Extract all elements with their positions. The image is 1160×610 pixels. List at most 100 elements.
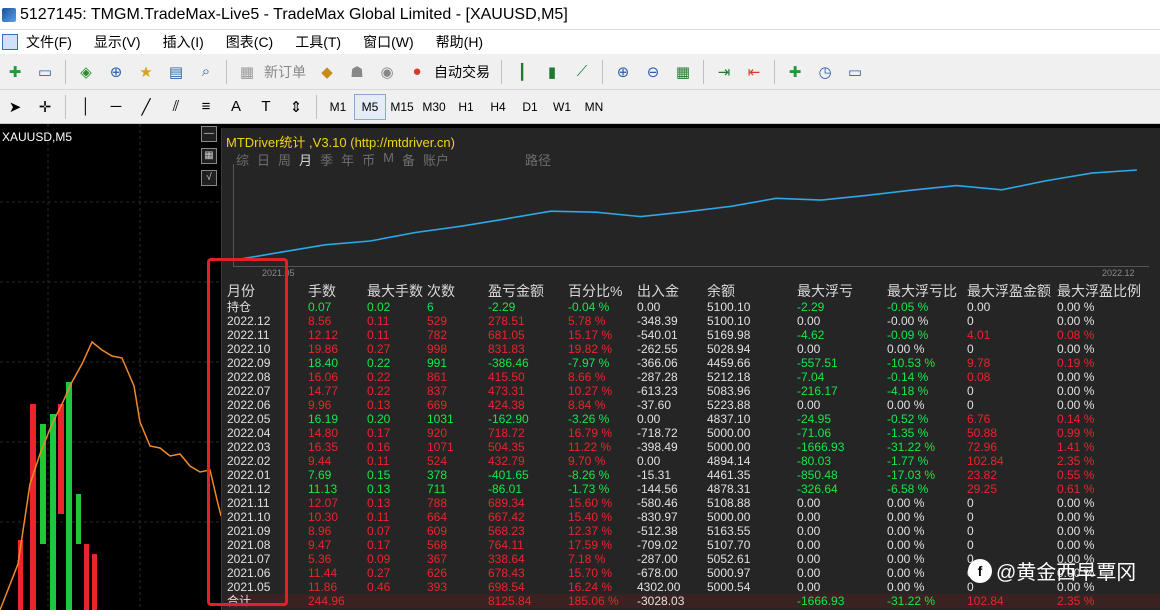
auto-trading-icon[interactable]: ● xyxy=(406,61,428,83)
templates-icon[interactable]: ▭ xyxy=(844,61,866,83)
line-chart-icon[interactable]: ⟋ xyxy=(571,61,593,83)
timeframe-m5-button[interactable]: M5 xyxy=(354,93,386,120)
table-cell: 14.80 xyxy=(308,426,339,440)
menu-file[interactable]: 文件(F) xyxy=(26,32,72,52)
menu-view[interactable]: 显示(V) xyxy=(94,32,141,52)
menu-help[interactable]: 帮助(H) xyxy=(436,32,483,52)
timeframe-m15-button[interactable]: M15 xyxy=(386,94,418,120)
table-cell: -512.38 xyxy=(637,524,678,538)
new-chart-icon[interactable]: ✚ xyxy=(4,61,26,83)
signals-icon[interactable]: ◉ xyxy=(376,61,398,83)
timeframe-m1-button[interactable]: M1 xyxy=(322,94,354,120)
table-cell: 0.00 xyxy=(797,398,821,412)
table-cell: 9.47 xyxy=(308,538,332,552)
header-deposit-withdraw: 出入金 xyxy=(637,283,679,299)
table-cell: 0.00 % xyxy=(887,398,925,412)
timeframe-mn-button[interactable]: MN xyxy=(578,94,610,120)
auto-trading-button[interactable]: 自动交易 xyxy=(434,62,490,82)
profiles-icon[interactable]: ▭ xyxy=(34,61,56,83)
indicators-icon[interactable]: ✚ xyxy=(784,61,806,83)
table-cell: 1031 xyxy=(427,412,454,426)
table-cell: 15.40 % xyxy=(568,510,613,524)
table-cell: 12.37 % xyxy=(568,524,613,538)
menu-window[interactable]: 窗口(W) xyxy=(363,32,414,52)
toolbar-separator xyxy=(602,59,603,84)
table-cell: 10.30 xyxy=(308,510,339,524)
table-cell: 0.00 xyxy=(797,524,821,538)
title-bar: 5127145: TMGM.TradeMax-Live5 - TradeMax … xyxy=(0,0,1160,30)
timeframe-w1-button[interactable]: W1 xyxy=(546,94,578,120)
menu-charts[interactable]: 图表(C) xyxy=(226,32,273,52)
panel-minimize-icon[interactable]: — xyxy=(201,126,217,142)
table-cell: -71.06 xyxy=(797,426,832,440)
panel-title: MTDriver统计 ,V3.10 (http://mtdriver.cn) xyxy=(226,135,455,150)
drawing-toolbar: ➤ ✛ │ ─ ╱ ⫽ ≡ A T ⇕ M1 M5 M15 M30 H1 H4 … xyxy=(0,90,1160,124)
new-order-button[interactable]: 新订单 xyxy=(264,62,306,82)
arrows-icon[interactable]: ⇕ xyxy=(285,96,307,118)
timeframe-h1-button[interactable]: H1 xyxy=(450,94,482,120)
menu-insert[interactable]: 插入(I) xyxy=(163,32,204,52)
table-cell: 0.19 % xyxy=(1057,356,1095,370)
table-cell: 0.00 % xyxy=(887,566,925,580)
table-cell: 8.96 xyxy=(308,524,332,538)
table-cell: 0.00 xyxy=(797,566,821,580)
table-cell: -348.39 xyxy=(637,314,678,328)
table-cell: 5212.18 xyxy=(707,370,751,384)
navigator-star-icon[interactable]: ★ xyxy=(135,61,157,83)
vertical-line-icon[interactable]: │ xyxy=(75,96,97,118)
metaeditor-icon[interactable]: ◆ xyxy=(316,61,338,83)
table-cell: 0.13 xyxy=(367,496,391,510)
table-cell: 0.08 xyxy=(967,370,991,384)
experts-icon[interactable]: ☗ xyxy=(346,61,368,83)
timeframe-d1-button[interactable]: D1 xyxy=(514,94,546,120)
tester-icon[interactable]: ⌕ xyxy=(195,61,217,83)
toolbar-separator xyxy=(65,94,66,119)
trendline-icon[interactable]: ╱ xyxy=(135,96,157,118)
tile-windows-icon[interactable]: ▦ xyxy=(672,61,694,83)
text-icon[interactable]: A xyxy=(225,96,247,118)
table-cell: 0.00 xyxy=(797,510,821,524)
document-icon[interactable] xyxy=(2,34,18,50)
table-cell: 0.11 xyxy=(367,328,390,342)
timeframe-m30-button[interactable]: M30 xyxy=(418,94,450,120)
auto-scroll-icon[interactable]: ⇥ xyxy=(713,61,735,83)
table-cell: 0 xyxy=(967,496,974,510)
cursor-arrow-icon[interactable]: ➤ xyxy=(4,96,26,118)
panel-check-icon[interactable]: √ xyxy=(201,170,217,186)
menu-tools[interactable]: 工具(T) xyxy=(295,32,341,52)
table-cell: 0.00 % xyxy=(1057,510,1095,524)
toolbar-separator xyxy=(501,59,502,84)
bar-chart-icon[interactable]: ┃ xyxy=(511,61,533,83)
table-cell: 0.00 xyxy=(797,538,821,552)
table-cell: 0.07 xyxy=(308,300,332,314)
periods-clock-icon[interactable]: ◷ xyxy=(814,61,836,83)
table-cell: -386.46 xyxy=(488,356,529,370)
zoom-out-icon[interactable]: ⊖ xyxy=(642,61,664,83)
panel-grid-icon[interactable]: ▦ xyxy=(201,148,217,164)
crosshair-target-icon[interactable]: ⊕ xyxy=(105,61,127,83)
market-watch-icon[interactable]: ◈ xyxy=(75,61,97,83)
table-cell: 5107.70 xyxy=(707,538,751,552)
table-cell: 0.00 xyxy=(637,412,661,426)
text-label-icon[interactable]: T xyxy=(255,96,277,118)
horizontal-line-icon[interactable]: ─ xyxy=(105,96,127,118)
chart-shift-icon[interactable]: ⇤ xyxy=(743,61,765,83)
crosshair-icon[interactable]: ✛ xyxy=(34,96,56,118)
table-cell: 5108.88 xyxy=(707,496,751,510)
fibonacci-icon[interactable]: ≡ xyxy=(195,96,217,118)
table-cell: 681.05 xyxy=(488,328,525,342)
table-cell: -287.00 xyxy=(637,552,678,566)
equidistant-channel-icon[interactable]: ⫽ xyxy=(165,96,187,118)
table-cell: 0 xyxy=(967,398,974,412)
balance-curve-chart xyxy=(233,164,1149,267)
table-cell: 4302.00 xyxy=(637,580,681,594)
table-cell: 16.06 xyxy=(308,370,339,384)
table-cell: 1.41 % xyxy=(1057,440,1095,454)
candlestick-icon[interactable]: ▮ xyxy=(541,61,563,83)
timeframe-h4-button[interactable]: H4 xyxy=(482,94,514,120)
table-cell: 102.84 xyxy=(967,594,1004,608)
zoom-in-icon[interactable]: ⊕ xyxy=(612,61,634,83)
new-order-icon[interactable]: ▦ xyxy=(236,61,258,83)
terminal-icon[interactable]: ▤ xyxy=(165,61,187,83)
panel-side-controls: — ▦ √ xyxy=(201,126,219,192)
